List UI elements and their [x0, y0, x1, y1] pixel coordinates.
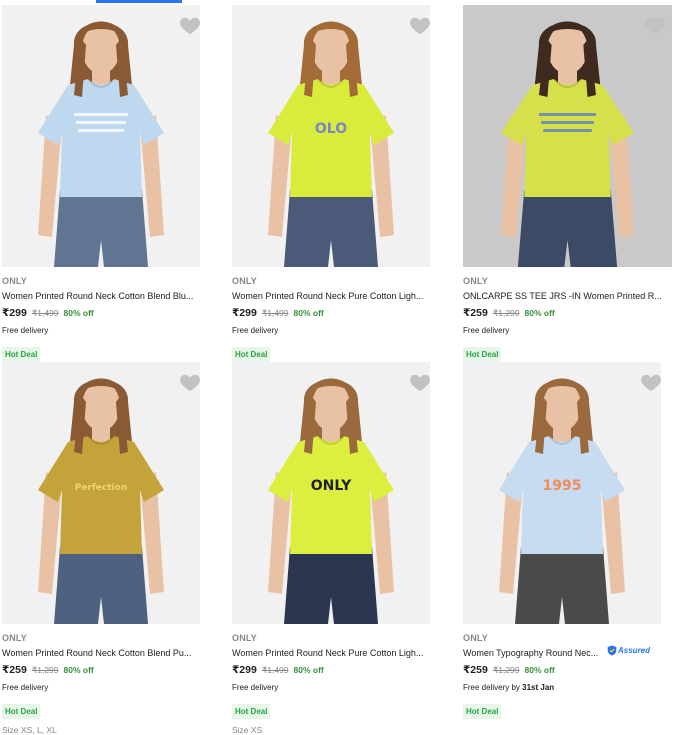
delivery-info: Free delivery: [232, 326, 279, 335]
shield-icon: [607, 645, 617, 656]
product-card[interactable]: ONLY ONLCARPE SS TEE JRS -IN Women Print…: [463, 5, 674, 362]
delivery-info: Free delivery: [2, 683, 49, 692]
product-card[interactable]: ONLY Women Printed Round Neck Cotton Ble…: [2, 5, 224, 362]
product-brand: ONLY: [232, 276, 257, 286]
product-title[interactable]: Women Typography Round Nec...: [463, 648, 603, 658]
hot-deal-badge: Hot Deal: [2, 347, 41, 362]
heart-icon[interactable]: [409, 15, 430, 35]
price-row: ₹299 ₹1,499 80% off: [232, 664, 454, 676]
heart-icon[interactable]: [179, 372, 200, 392]
price-row: ₹259 ₹1,299 80% off: [2, 664, 224, 676]
product-brand: ONLY: [463, 633, 488, 643]
product-price: ₹259: [463, 307, 488, 319]
product-card[interactable]: 1995 ONLY Women Typography Round Nec... …: [463, 362, 674, 719]
product-mrp: ₹1,299: [31, 665, 59, 675]
heart-icon[interactable]: [644, 15, 666, 35]
heart-icon[interactable]: [409, 372, 430, 392]
delivery-info: Free delivery by 31st Jan: [463, 683, 674, 692]
delivery-info: Free delivery: [463, 326, 510, 335]
price-row: ₹299 ₹1,499 80% off: [2, 307, 224, 319]
product-image[interactable]: Perfection: [2, 362, 200, 624]
assured-badge: Assured: [607, 645, 650, 656]
product-mrp: ₹1,299: [492, 308, 520, 318]
product-price: ₹259: [2, 664, 27, 676]
price-row: ₹299 ₹1,499 80% off: [232, 307, 454, 319]
price-row: ₹259 ₹1,299 80% off: [463, 307, 674, 319]
product-card[interactable]: Perfection ONLY Women Printed Round Neck…: [2, 362, 224, 735]
product-image[interactable]: 1995: [463, 362, 661, 624]
product-mrp: ₹1,299: [492, 665, 520, 675]
product-card[interactable]: ONLY ONLY Women Printed Round Neck Pure …: [232, 362, 454, 735]
product-image[interactable]: [463, 5, 672, 267]
delivery-info: Free delivery: [232, 683, 279, 692]
product-brand: ONLY: [232, 633, 257, 643]
hot-deal-badge: Hot Deal: [232, 347, 271, 362]
product-discount: 80% off: [63, 308, 94, 318]
assured-label: Assured: [618, 646, 651, 655]
svg-text:ONLY: ONLY: [311, 478, 352, 494]
delivery-date: 31st Jan: [522, 683, 555, 692]
product-price: ₹259: [463, 664, 488, 676]
delivery-text: Free delivery by: [463, 683, 523, 692]
product-brand: ONLY: [2, 276, 27, 286]
svg-text:1995: 1995: [543, 478, 582, 494]
svg-text:OLO: OLO: [315, 121, 347, 137]
product-title[interactable]: ONLCARPE SS TEE JRS -IN Women Printed R.…: [463, 291, 663, 301]
product-price: ₹299: [232, 664, 257, 676]
product-title[interactable]: Women Printed Round Neck Cotton Blend Pu…: [2, 648, 202, 658]
product-image[interactable]: OLO: [232, 5, 430, 267]
available-sizes: Size XS, L, XL: [2, 725, 57, 735]
product-card[interactable]: OLO ONLY Women Printed Round Neck Pure C…: [232, 5, 454, 362]
heart-icon[interactable]: [179, 15, 200, 35]
svg-text:Perfection: Perfection: [75, 483, 127, 493]
product-mrp: ₹1,499: [261, 665, 289, 675]
product-discount: 80% off: [293, 665, 324, 675]
product-image[interactable]: ONLY: [232, 362, 430, 624]
product-mrp: ₹1,499: [31, 308, 59, 318]
product-mrp: ₹1,499: [261, 308, 289, 318]
product-discount: 80% off: [524, 665, 555, 675]
product-discount: 80% off: [524, 308, 555, 318]
product-brand: ONLY: [463, 276, 488, 286]
product-image[interactable]: [2, 5, 200, 267]
product-title[interactable]: Women Printed Round Neck Cotton Blend Bl…: [2, 291, 202, 301]
product-brand: ONLY: [2, 633, 27, 643]
product-discount: 80% off: [63, 665, 94, 675]
delivery-info: Free delivery: [2, 326, 49, 335]
hot-deal-badge: Hot Deal: [463, 347, 502, 362]
price-row: ₹259 ₹1,299 80% off: [463, 664, 674, 676]
heart-icon[interactable]: [640, 372, 661, 392]
product-title[interactable]: Women Printed Round Neck Pure Cotton Lig…: [232, 291, 432, 301]
available-sizes: Size XS: [232, 725, 263, 735]
active-tab-indicator: [96, 0, 182, 3]
title-row: Women Typography Round Nec... Assured: [463, 643, 674, 658]
product-price: ₹299: [232, 307, 257, 319]
product-price: ₹299: [2, 307, 27, 319]
product-title[interactable]: Women Printed Round Neck Pure Cotton Lig…: [232, 648, 432, 658]
product-discount: 80% off: [293, 308, 324, 318]
